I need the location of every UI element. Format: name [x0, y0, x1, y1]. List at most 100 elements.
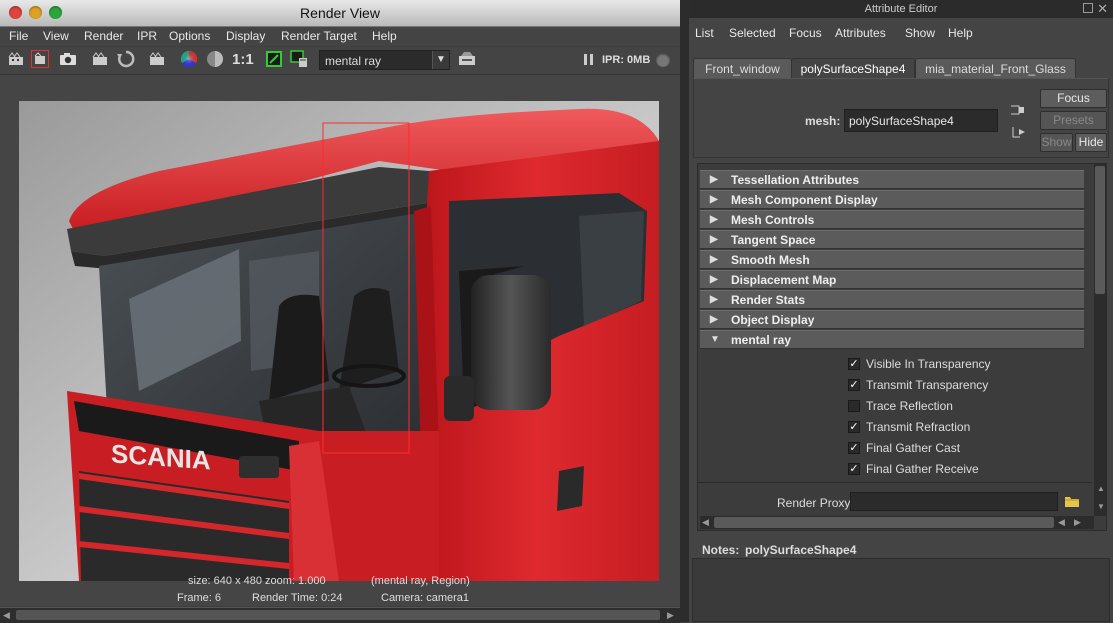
render-view-title: Render View: [300, 5, 380, 21]
image-size-zoom: size: 640 x 480 zoom: 1.000: [188, 575, 326, 587]
focus-button[interactable]: Focus: [1040, 89, 1107, 108]
renderer-dropdown[interactable]: mental ray ▼: [319, 50, 450, 70]
expand-arrow-icon: ▶: [710, 274, 718, 285]
render-view-toolbar: 1:1 mental ray ▼ IPR: 0MB: [0, 47, 680, 75]
expand-arrow-icon: ▶: [710, 314, 718, 325]
scroll-left-icon[interactable]: ◀: [3, 610, 10, 621]
transmit-refraction-checkbox[interactable]: ✓: [848, 421, 860, 433]
scroll-right-icon[interactable]: ▶: [667, 610, 674, 621]
ipr-render-clapper-icon[interactable]: [91, 50, 109, 68]
node-header: mesh: Focus Presets Show Hide: [693, 78, 1109, 158]
menu-show[interactable]: Show: [905, 24, 935, 43]
show-button[interactable]: Show: [1040, 133, 1073, 152]
final-gather-receive-checkbox[interactable]: ✓: [848, 463, 860, 475]
refresh-ipr-icon[interactable]: [117, 50, 135, 68]
frame-number: Frame: 6: [177, 592, 222, 604]
output-connection-icon[interactable]: [1010, 125, 1026, 142]
render-sequence-clapper-icon[interactable]: [148, 50, 166, 68]
pause-ipr-icon-bar: [590, 54, 593, 65]
render-viewport[interactable]: SCANIA: [0, 75, 680, 606]
scroll-down-icon[interactable]: ▼: [1097, 502, 1105, 511]
scroll-up-icon[interactable]: ▲: [1097, 484, 1105, 493]
menu-options[interactable]: Options: [169, 27, 210, 46]
menu-file[interactable]: File: [9, 27, 28, 46]
ipr-status-light-icon: [656, 53, 670, 67]
zoom-window-button[interactable]: [49, 6, 62, 19]
render-settings-icon[interactable]: [458, 50, 476, 68]
expand-arrow-icon: ▶: [710, 174, 718, 185]
attribute-editor-window: Attribute Editor ✕ List Selected Focus A…: [689, 0, 1113, 622]
menu-help[interactable]: Help: [372, 27, 397, 46]
section-displacement-map[interactable]: ▶ Displacement Map: [700, 270, 1084, 289]
menu-render[interactable]: Render: [84, 27, 123, 46]
menu-selected[interactable]: Selected: [729, 24, 776, 43]
menu-help[interactable]: Help: [948, 24, 973, 43]
close-window-button[interactable]: [9, 6, 22, 19]
keep-image-icon[interactable]: [265, 50, 283, 68]
section-render-stats[interactable]: ▶ Render Stats: [700, 290, 1084, 309]
transmit-transparency-checkbox[interactable]: ✓: [848, 379, 860, 391]
menu-focus[interactable]: Focus: [789, 24, 822, 43]
section-tessellation-attributes[interactable]: ▶ Tessellation Attributes: [700, 170, 1084, 189]
scroll-right-icon[interactable]: ▶: [1074, 517, 1081, 528]
final-gather-cast-checkbox[interactable]: ✓: [848, 442, 860, 454]
render-region-clapper-icon[interactable]: [31, 50, 49, 68]
scroll-left-icon[interactable]: ◀: [702, 517, 709, 528]
render-view-horizontal-scrollbar[interactable]: ◀ ▶: [0, 607, 680, 623]
snapshot-camera-icon[interactable]: [59, 50, 77, 68]
render-info-line-1: size: 640 x 480 zoom: 1.000 (mental ray,…: [0, 575, 680, 589]
render-proxy-label: Render Proxy: [777, 496, 851, 510]
folder-icon[interactable]: [1064, 494, 1080, 511]
input-connection-icon[interactable]: [1010, 103, 1026, 120]
section-mental-ray[interactable]: ▼ mental ray: [700, 330, 1084, 349]
real-size-button[interactable]: 1:1: [232, 50, 254, 70]
menu-ipr[interactable]: IPR: [137, 27, 157, 46]
presets-button[interactable]: Presets: [1040, 111, 1107, 130]
mesh-name-field[interactable]: [844, 109, 998, 132]
render-view-title-bar[interactable]: Render View: [0, 0, 680, 27]
close-icon[interactable]: ✕: [1097, 0, 1108, 18]
render-info-line-2: Frame: 6 Render Time: 0:24 Camera: camer…: [0, 592, 680, 606]
window-divider: [680, 0, 689, 622]
expand-arrow-icon: ▶: [710, 214, 718, 225]
render-mode: (mental ray, Region): [371, 575, 470, 587]
scrollbar-thumb[interactable]: [714, 517, 1054, 528]
section-tangent-space[interactable]: ▶ Tangent Space: [700, 230, 1084, 249]
scrollbar-thumb[interactable]: [16, 610, 660, 620]
attribute-editor-title-bar[interactable]: Attribute Editor ✕: [689, 0, 1113, 18]
remove-image-icon[interactable]: [290, 50, 308, 68]
scrollbar-thumb[interactable]: [1095, 166, 1105, 294]
restore-window-icon[interactable]: [1083, 3, 1093, 13]
section-object-display[interactable]: ▶ Object Display: [700, 310, 1084, 329]
scroll-left-icon[interactable]: ◀: [1058, 517, 1065, 528]
camera-name: Camera: camera1: [381, 592, 470, 604]
tab-polysurfaceshape4[interactable]: polySurfaceShape4: [791, 58, 915, 78]
hide-button[interactable]: Hide: [1075, 133, 1107, 152]
tab-front-window[interactable]: Front_window: [693, 58, 792, 78]
menu-view[interactable]: View: [43, 27, 69, 46]
visible-in-transparency-checkbox[interactable]: ✓: [848, 358, 860, 370]
section-mesh-component-display[interactable]: ▶ Mesh Component Display: [700, 190, 1084, 209]
menu-list[interactable]: List: [695, 24, 714, 43]
alpha-channel-icon[interactable]: [206, 50, 224, 68]
menu-render-target[interactable]: Render Target: [281, 27, 357, 46]
section-mesh-controls[interactable]: ▶ Mesh Controls: [700, 210, 1084, 229]
render-proxy-field[interactable]: [850, 492, 1058, 511]
pause-ipr-icon[interactable]: [584, 54, 587, 65]
trace-reflection-checkbox[interactable]: [848, 400, 860, 412]
tab-mia-material-front-glass[interactable]: mia_material_Front_Glass: [915, 58, 1076, 78]
section-smooth-mesh[interactable]: ▶ Smooth Mesh: [700, 250, 1084, 269]
notes-text-area[interactable]: [692, 558, 1110, 622]
render-view-window: Render View File View Render IPR Options…: [0, 0, 680, 623]
render-view-menubar: File View Render IPR Options Display Ren…: [0, 27, 680, 46]
attribute-vertical-scrollbar[interactable]: ▲ ▼: [1094, 164, 1106, 516]
minimize-window-button[interactable]: [29, 6, 42, 19]
menu-display[interactable]: Display: [226, 27, 265, 46]
attribute-horizontal-scrollbar[interactable]: ◀ ◀ ▶: [700, 516, 1094, 529]
node-tabs: Front_window polySurfaceShape4 mia_mater…: [689, 58, 1113, 78]
chevron-down-icon: ▼: [432, 51, 449, 69]
rgb-channel-icon[interactable]: [180, 50, 198, 68]
redo-render-clapper-icon[interactable]: [7, 50, 25, 68]
menu-attributes[interactable]: Attributes: [835, 24, 886, 43]
expand-arrow-icon: ▶: [710, 294, 718, 305]
